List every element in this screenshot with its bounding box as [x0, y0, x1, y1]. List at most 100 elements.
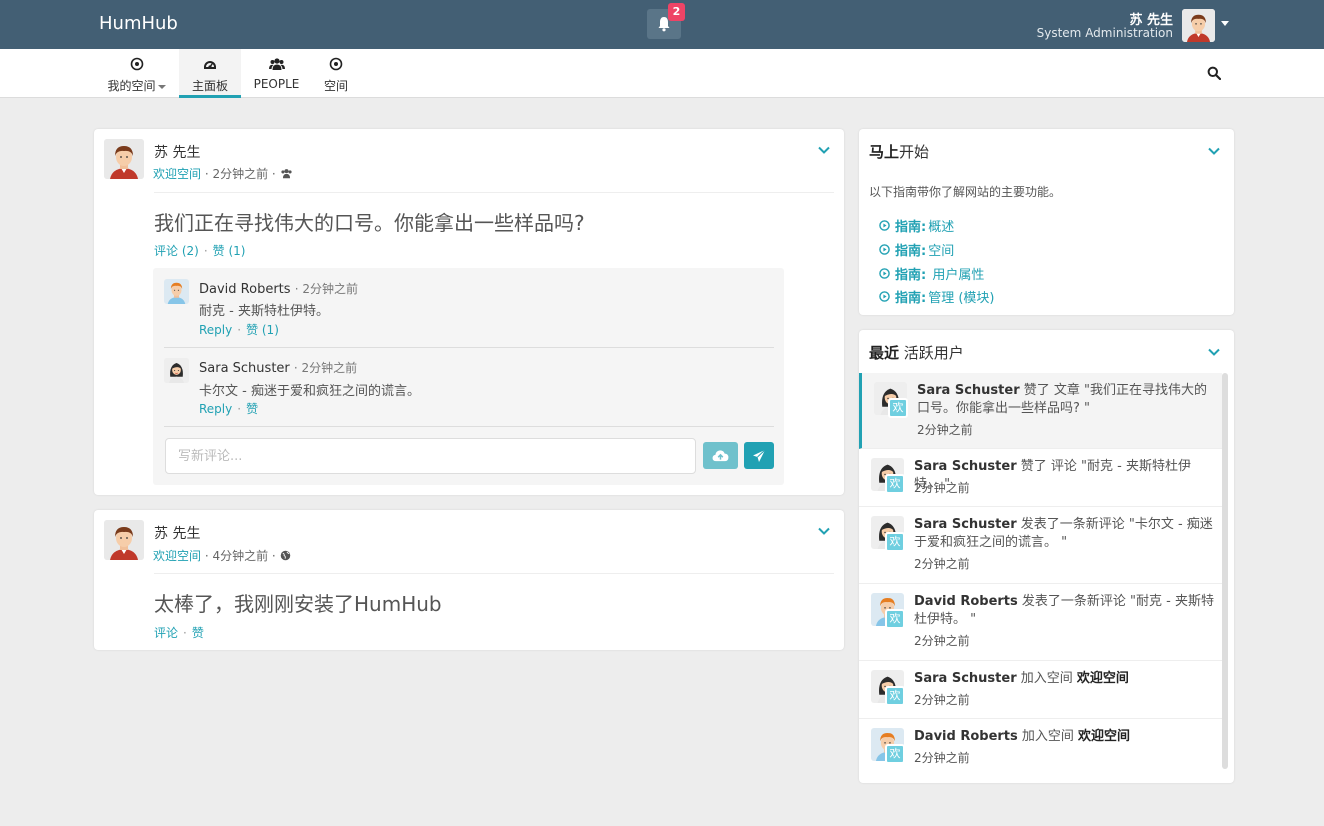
user-role: System Administration: [1036, 26, 1173, 40]
activity-title-bold: 最近: [869, 344, 900, 362]
guide-prefix: 指南:: [895, 291, 927, 306]
activity-user-name: David Roberts: [914, 594, 1018, 609]
guide-label: 用户属性: [928, 268, 985, 283]
comment-author: Sara Schuster · 2分钟之前: [199, 359, 357, 376]
notification-count-badge: 2: [668, 3, 685, 21]
play-circle-icon: [879, 220, 890, 231]
activity-item[interactable]: 欢 Sara Schuster 赞了 评论 "耐克 - 夹斯特杜伊特。 " 2分…: [859, 449, 1222, 507]
activity-scrollbar[interactable]: [1222, 373, 1228, 769]
activity-item[interactable]: 欢 David Roberts 加入空间 欢迎空间 2分钟之前: [859, 719, 1222, 777]
comment-link[interactable]: 评论 (2): [154, 244, 199, 258]
activity-target: 欢迎空间: [1078, 729, 1131, 744]
post-space-link[interactable]: 欢迎空间: [153, 167, 201, 181]
comment-author-avatar[interactable]: [164, 279, 189, 304]
top-bar: HumHub 2 苏 先生 System Administration: [0, 0, 1324, 49]
chevron-down-icon[interactable]: [1208, 348, 1220, 356]
nav-people-label: PEOPLE: [253, 77, 300, 91]
activity-user-name: Sara Schuster: [914, 671, 1017, 686]
guide-link-profile[interactable]: 指南: 用户属性: [879, 264, 984, 283]
comment-text: 耐克 - 夹斯特杜伊特。: [199, 304, 329, 319]
users-icon: [280, 169, 292, 179]
comment-input[interactable]: [165, 438, 696, 474]
like-link[interactable]: 赞: [192, 626, 204, 640]
activity-time: 2分钟之前: [914, 751, 970, 765]
activity-user-name: Sara Schuster: [914, 459, 1017, 474]
space-badge: 欢: [885, 532, 905, 552]
guide-prefix: 指南:: [895, 244, 927, 259]
space-badge: 欢: [885, 744, 905, 764]
comment-actions: Reply · 赞 (1): [199, 323, 279, 337]
upload-button[interactable]: [703, 442, 738, 469]
post-author-name[interactable]: 苏 先生: [154, 523, 200, 543]
activity-item[interactable]: 欢 Sara Schuster 赞了 文章 "我们正在寻找伟大的口号。你能拿出一…: [859, 373, 1222, 449]
space-badge: 欢: [885, 609, 905, 629]
getting-started-title: 马上开始: [869, 141, 929, 162]
play-circle-icon: [879, 268, 890, 279]
nav-spaces[interactable]: 空间: [316, 49, 356, 98]
comment-text: 卡尔文 - 痴迷于爱和疯狂之间的谎言。: [199, 384, 420, 399]
comment-author-avatar[interactable]: [164, 358, 189, 383]
guide-prefix: 指南:: [895, 268, 927, 283]
activity-target: 欢迎空间: [1076, 671, 1129, 686]
post-content: 我们正在寻找伟大的口号。你能拿出一些样品吗?: [154, 211, 585, 235]
brand-logo[interactable]: HumHub: [99, 13, 178, 34]
comment-author-name[interactable]: Sara Schuster: [199, 361, 290, 376]
activity-item[interactable]: 欢 Sara Schuster 发表了一条新评论 "卡尔文 - 痴迷于爱和疯狂之…: [859, 507, 1222, 584]
post-author-avatar[interactable]: [104, 520, 144, 560]
activity-user-name: Sara Schuster: [917, 383, 1020, 398]
divider: [154, 573, 834, 574]
guide-link-spaces[interactable]: 指南: 空间: [879, 240, 954, 259]
comment-link[interactable]: 评论: [154, 626, 178, 640]
nav-people[interactable]: PEOPLE: [249, 49, 304, 98]
chevron-down-icon[interactable]: [1208, 147, 1220, 155]
chevron-down-icon[interactable]: [818, 527, 830, 535]
activity-item[interactable]: 欢 Sara Schuster 加入空间 欢迎空间 2分钟之前: [859, 661, 1222, 719]
search-icon[interactable]: [1207, 66, 1221, 80]
main-nav: 我的空间 主面板 PEOPLE 空间: [0, 49, 1324, 98]
post-card: [94, 510, 844, 650]
cloud-upload-icon: [712, 450, 729, 462]
comment-time: · 2分钟之前: [293, 361, 358, 375]
space-badge: 欢: [885, 474, 905, 494]
chevron-down-icon: [157, 84, 166, 89]
guide-link-overview[interactable]: 指南: 概述: [879, 216, 954, 235]
send-comment-button[interactable]: [744, 442, 774, 469]
guide-label: 空间: [928, 244, 955, 259]
post-actions: 评论 · 赞: [154, 626, 204, 640]
nav-dashboard-label: 主面板: [191, 79, 228, 93]
dashboard-icon: [179, 57, 241, 73]
reply-link[interactable]: Reply: [199, 402, 232, 416]
circle-dot-icon: [316, 57, 356, 73]
post-time: · 4分钟之前 ·: [204, 549, 276, 563]
comment-actions: Reply · 赞: [199, 402, 259, 416]
nav-my-spaces[interactable]: 我的空间: [99, 49, 174, 98]
post-author-name[interactable]: 苏 先生: [154, 142, 200, 162]
users-icon: [249, 57, 304, 73]
space-badge: 欢: [885, 686, 905, 706]
paper-plane-icon: [753, 449, 766, 462]
post-space-link[interactable]: 欢迎空间: [153, 549, 201, 563]
user-avatar[interactable]: [1182, 9, 1215, 42]
comment-like-link[interactable]: 赞: [246, 402, 258, 416]
reply-link[interactable]: Reply: [199, 323, 232, 337]
getting-started-title-bold: 马上: [869, 143, 900, 161]
user-menu-caret-icon[interactable]: [1221, 21, 1229, 26]
chevron-down-icon[interactable]: [818, 146, 830, 154]
guide-prefix: 指南:: [895, 220, 927, 235]
activity-item[interactable]: 欢 David Roberts 发表了一条新评论 "耐克 - 夹斯特杜伊特。 "…: [859, 584, 1222, 661]
nav-dashboard[interactable]: 主面板: [179, 49, 241, 98]
activity-action: 加入空间: [1016, 671, 1077, 686]
like-link[interactable]: 赞 (1): [213, 244, 246, 258]
divider: [164, 347, 774, 348]
comment-author-name[interactable]: David Roberts: [199, 282, 291, 297]
globe-icon: [280, 550, 290, 561]
comment-author: David Roberts · 2分钟之前: [199, 280, 358, 297]
activity-user-name: Sara Schuster: [914, 517, 1017, 532]
play-circle-icon: [879, 244, 890, 255]
nav-my-spaces-label: 我的空间: [107, 79, 156, 93]
activity-time: 2分钟之前: [914, 693, 970, 707]
post-author-avatar[interactable]: [104, 139, 144, 179]
guide-link-administration[interactable]: 指南: 管理 (模块): [879, 287, 994, 306]
comment-like-link[interactable]: 赞 (1): [246, 323, 279, 337]
activity-user-name: David Roberts: [914, 729, 1018, 744]
